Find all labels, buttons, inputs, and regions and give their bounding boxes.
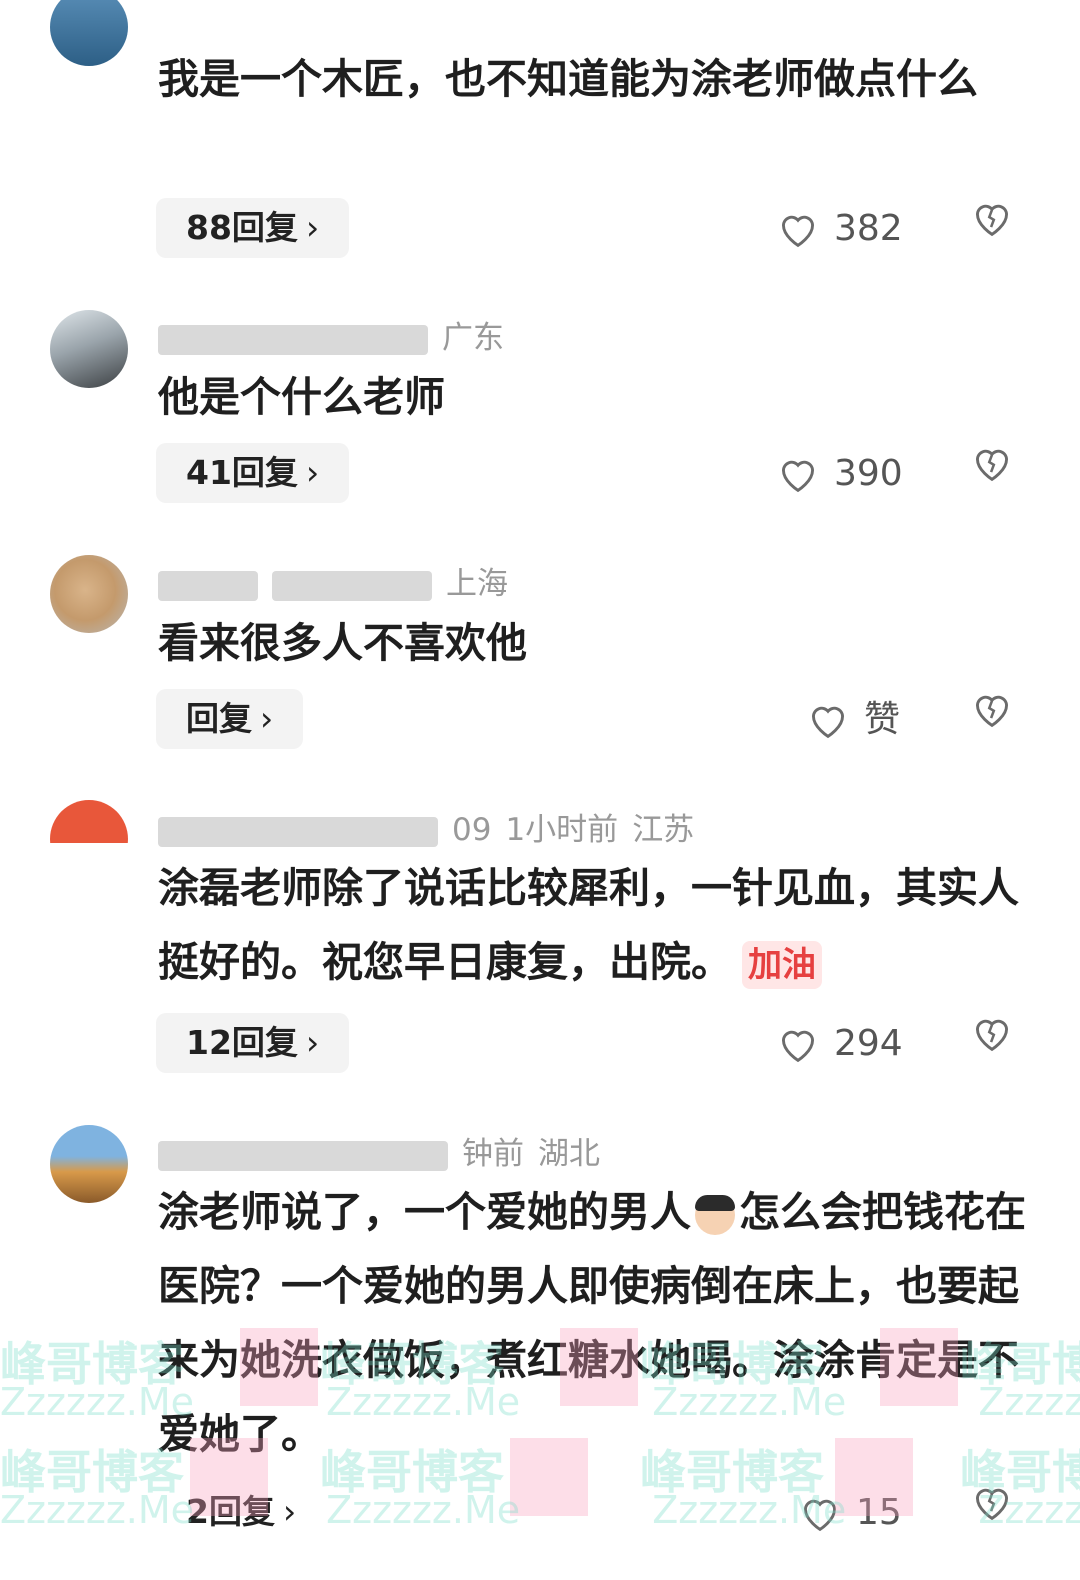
reply-button[interactable]: 88回复 › [156, 198, 350, 258]
blurred-username [158, 324, 428, 355]
comment-text: 他是个什么老师 [158, 373, 445, 421]
blurred-username [158, 570, 258, 601]
broken-heart-icon [975, 449, 1009, 482]
like-button[interactable]: 390 [776, 443, 903, 503]
heart-icon [781, 215, 815, 248]
broken-heart-icon [975, 1488, 1009, 1521]
page-title-cut [0, 0, 1080, 8]
comment-text-part1: 涂老师说了，一个爱她的男人 [158, 1188, 691, 1236]
dislike-button[interactable] [970, 198, 1014, 258]
like-count: 382 [834, 208, 903, 249]
heart-icon [803, 1499, 837, 1532]
time: 钟前 [462, 1136, 524, 1172]
reply-button[interactable]: 回复 › [156, 689, 304, 749]
avatar[interactable] [50, 310, 128, 388]
comment-text: 看来很多人不喜欢他 [158, 619, 527, 667]
comment-text-body: 涂磊老师除了说话比较犀利，一针见血，其实人挺好的。祝您早日康复，出院。 [158, 864, 1019, 986]
like-label: 赞 [864, 699, 901, 740]
avatar[interactable] [50, 0, 128, 66]
comment-text: 涂老师说了，一个爱她的男人 怎么会把钱花在医院？一个爱她的男人即使病倒在床上，也要… [158, 1175, 1028, 1471]
dislike-button[interactable] [970, 689, 1014, 749]
chevron-right-icon: › [260, 699, 274, 738]
location: 上海 [446, 566, 508, 602]
like-count: 390 [834, 453, 903, 494]
avatar[interactable] [50, 1125, 128, 1203]
reply-button[interactable]: 2回复 › [156, 1482, 326, 1542]
avatar[interactable] [50, 800, 128, 878]
reply-label: 回复 [186, 699, 252, 738]
heart-icon [781, 1030, 815, 1063]
user-suffix: 09 [452, 812, 492, 848]
like-button[interactable]: 382 [776, 198, 903, 258]
dislike-button[interactable] [970, 1482, 1014, 1542]
reply-button[interactable]: 12回复 › [156, 1013, 350, 1073]
heart-icon [811, 706, 845, 739]
comment-meta: 钟前 湖北 [158, 1128, 600, 1173]
reply-label: 88回复 [186, 208, 298, 247]
reply-button[interactable]: 41回复 › [156, 443, 350, 503]
comment-text: 涂磊老师除了说话比较犀利，一针见血，其实人挺好的。祝您早日康复，出院。 加油 [158, 851, 1028, 999]
reply-label: 41回复 [186, 453, 298, 492]
cheer-sticker: 加油 [742, 941, 822, 989]
avatar[interactable] [50, 555, 128, 633]
like-count: 15 [856, 1492, 902, 1533]
location: 广东 [442, 320, 504, 356]
comment-text: 我是一个木匠，也不知道能为涂老师做点什么 [158, 55, 978, 103]
reply-label: 2回复 [186, 1492, 275, 1531]
chevron-right-icon: › [305, 453, 320, 492]
time: 1小时前 [505, 812, 619, 848]
blurred-time [272, 570, 432, 601]
like-button[interactable]: 赞 [806, 689, 900, 749]
chevron-right-icon: › [282, 1492, 297, 1531]
blurred-username [158, 1140, 448, 1171]
chevron-right-icon: › [305, 208, 320, 247]
comment-meta: 广东 [158, 312, 504, 357]
broken-heart-icon [975, 695, 1009, 728]
man-emoji-icon [695, 1195, 735, 1235]
chevron-right-icon: › [305, 1023, 320, 1062]
like-count: 294 [834, 1023, 903, 1064]
like-button[interactable]: 15 [798, 1482, 902, 1542]
comment-meta: 上海 [158, 558, 508, 603]
comment-meta: 09 1小时前 江苏 [158, 804, 694, 849]
broken-heart-icon [975, 204, 1009, 237]
blurred-username [158, 816, 438, 847]
dislike-button[interactable] [970, 1013, 1014, 1073]
like-button[interactable]: 294 [776, 1013, 903, 1073]
reply-label: 12回复 [186, 1023, 298, 1062]
location: 湖北 [538, 1136, 600, 1172]
location: 江苏 [632, 812, 695, 848]
heart-icon [781, 460, 815, 493]
broken-heart-icon [975, 1019, 1009, 1052]
dislike-button[interactable] [970, 443, 1014, 503]
